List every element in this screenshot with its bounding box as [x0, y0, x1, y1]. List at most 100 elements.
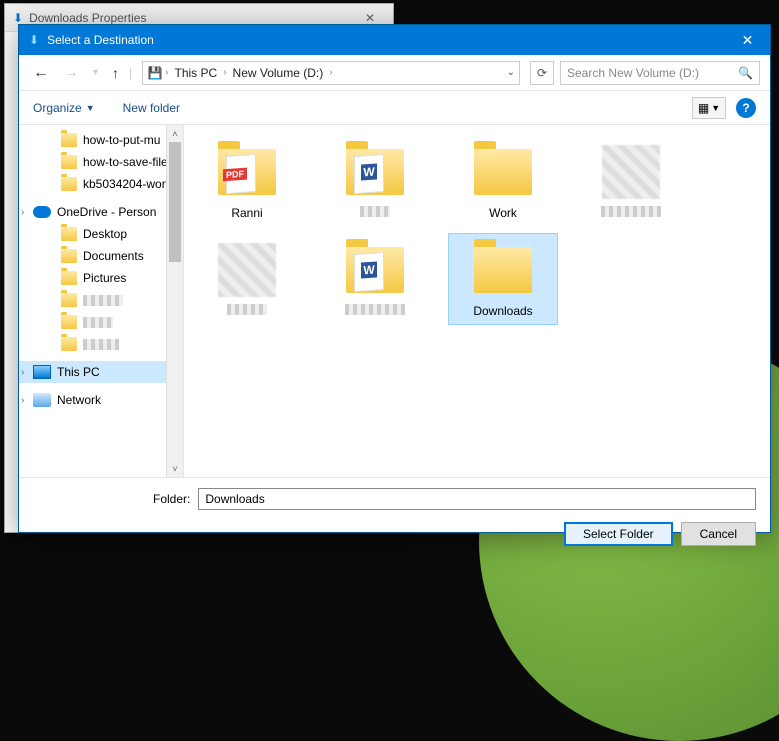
tree-item-this-pc[interactable]: › This PC [19, 361, 183, 383]
tree-item-documents[interactable]: Documents [19, 245, 183, 267]
tree-label: how-to-put-mu [83, 133, 160, 147]
tree-item-blurred[interactable] [19, 289, 183, 311]
view-icon: ▦ [698, 101, 709, 115]
folder-icon [474, 149, 532, 195]
drive-icon: 💾 [147, 65, 163, 81]
tree-label: kb5034204-wont [83, 177, 172, 191]
blurred-label [360, 206, 390, 217]
chevron-right-icon[interactable]: › [21, 395, 24, 406]
background-close-button[interactable]: ✕ [355, 11, 385, 25]
folder-name-input[interactable] [198, 488, 756, 510]
folder-icon [61, 293, 77, 307]
tree-item-blurred[interactable] [19, 311, 183, 333]
blurred-label [601, 206, 661, 217]
refresh-button[interactable]: ⟳ [530, 61, 554, 85]
folder-item-work[interactable]: Work [448, 135, 558, 227]
pdf-overlay-icon [226, 154, 256, 194]
folder-item-blurred[interactable] [320, 135, 430, 227]
folder-icon [61, 177, 77, 191]
onedrive-icon [33, 206, 51, 218]
toolbar: Organize▼ New folder ▦▼ ? [19, 91, 770, 125]
tree-item-folder[interactable]: how-to-put-mu [19, 129, 183, 151]
tree-item-folder[interactable]: kb5034204-wont [19, 173, 183, 195]
blurred-label [345, 304, 405, 315]
chevron-right-icon[interactable]: › [165, 67, 168, 78]
folder-item-blurred[interactable] [320, 233, 430, 325]
blurred-label [83, 295, 123, 306]
item-label: Work [489, 206, 517, 220]
breadcrumb-volume[interactable]: New Volume (D:) [229, 64, 328, 82]
folder-icon [61, 337, 77, 351]
scroll-down-button[interactable]: ˅ [167, 460, 183, 477]
download-arrow-icon: ⬇ [29, 33, 39, 47]
blurred-label [83, 339, 119, 350]
folder-icon [61, 133, 77, 147]
chevron-right-icon[interactable]: › [21, 207, 24, 218]
download-arrow-icon: ⬇ [13, 11, 23, 25]
chevron-right-icon[interactable]: › [329, 67, 332, 78]
folder-item-ranni[interactable]: Ranni [192, 135, 302, 227]
navigation-bar: ← → ▾ ↑ | 💾 › This PC › New Volume (D:) … [19, 55, 770, 91]
item-label: Downloads [473, 304, 532, 318]
tree-item-folder[interactable]: how-to-save-file [19, 151, 183, 173]
background-window-title: Downloads Properties [29, 11, 146, 25]
folder-contents[interactable]: Ranni Work [184, 125, 770, 477]
address-bar[interactable]: 💾 › This PC › New Volume (D:) › ⌄ [142, 61, 520, 85]
search-box[interactable]: Search New Volume (D:) 🔍 [560, 61, 760, 85]
folder-item-blurred[interactable] [576, 135, 686, 227]
breadcrumb-this-pc[interactable]: This PC [171, 64, 222, 82]
tree-item-blurred[interactable] [19, 333, 183, 355]
address-dropdown[interactable]: ⌄ [507, 67, 515, 78]
pc-icon [33, 365, 51, 379]
search-placeholder: Search New Volume (D:) [567, 66, 699, 80]
folder-item-blurred[interactable] [192, 233, 302, 325]
forward-button[interactable]: → [59, 62, 83, 84]
tree-label: how-to-save-file [83, 155, 168, 169]
scroll-up-button[interactable]: ˄ [167, 125, 183, 142]
close-button[interactable]: ✕ [725, 25, 770, 55]
chevron-right-icon[interactable]: › [223, 67, 226, 78]
blurred-label [83, 317, 113, 328]
organize-label: Organize [33, 101, 82, 115]
tree-item-network[interactable]: › Network [19, 389, 183, 411]
folder-icon [61, 315, 77, 329]
organize-button[interactable]: Organize ▼ [33, 101, 95, 115]
blurred-thumbnail [218, 243, 276, 297]
tree-label: This PC [57, 365, 100, 379]
tree-label: Desktop [83, 227, 127, 241]
word-overlay-icon [354, 252, 384, 292]
folder-icon [61, 249, 77, 263]
tree-scrollbar[interactable]: ˄ ˅ [166, 125, 183, 477]
cancel-button[interactable]: Cancel [681, 522, 756, 546]
tree-item-desktop[interactable]: Desktop [19, 223, 183, 245]
network-icon [33, 393, 51, 407]
search-icon: 🔍 [738, 66, 753, 80]
scroll-thumb[interactable] [169, 142, 181, 262]
folder-icon [346, 149, 404, 195]
back-button[interactable]: ← [29, 62, 53, 84]
titlebar[interactable]: ⬇ Select a Destination ✕ [19, 25, 770, 55]
tree-label: Network [57, 393, 101, 407]
folder-field-label: Folder: [33, 492, 190, 506]
up-button[interactable]: ↑ [108, 63, 123, 83]
folder-item-downloads[interactable]: Downloads [448, 233, 558, 325]
chevron-right-icon[interactable]: › [21, 367, 24, 378]
chevron-down-icon: ▼ [711, 103, 720, 113]
chevron-down-icon: ▼ [86, 103, 95, 113]
tree-label: Pictures [83, 271, 126, 285]
folder-icon [218, 149, 276, 195]
new-folder-button[interactable]: New folder [123, 101, 180, 115]
tree-label: OneDrive - Person [57, 205, 156, 219]
dialog-footer: Folder: Select Folder Cancel [19, 477, 770, 556]
blurred-thumbnail [602, 145, 660, 199]
tree-item-pictures[interactable]: Pictures [19, 267, 183, 289]
help-button[interactable]: ? [736, 98, 756, 118]
select-folder-button[interactable]: Select Folder [564, 522, 673, 546]
view-options-button[interactable]: ▦▼ [692, 97, 726, 119]
folder-icon [61, 271, 77, 285]
recent-dropdown[interactable]: ▾ [89, 65, 102, 80]
folder-icon [346, 247, 404, 293]
tree-item-onedrive[interactable]: › OneDrive - Person [19, 201, 183, 223]
separator: | [129, 66, 132, 80]
item-label: Ranni [231, 206, 262, 220]
